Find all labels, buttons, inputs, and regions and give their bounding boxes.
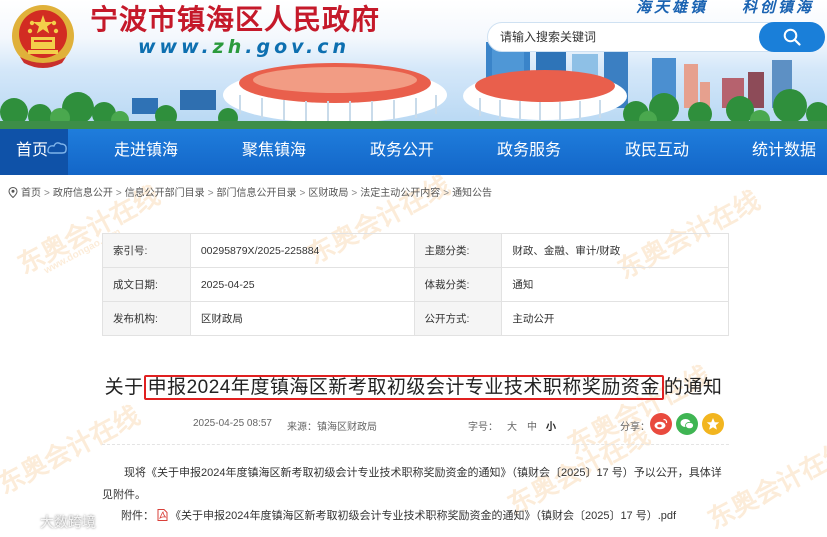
- wechat-icon: [680, 419, 694, 430]
- breadcrumb-separator: >: [115, 188, 122, 199]
- nav-item-interaction[interactable]: 政民互动: [625, 129, 689, 175]
- search-button[interactable]: [759, 22, 825, 52]
- nav-item-statistics[interactable]: 统计数据: [752, 129, 816, 175]
- breadcrumb-item[interactable]: 政府信息公开: [53, 188, 113, 199]
- title-prefix: 关于: [104, 377, 144, 398]
- slogan-2: 科创镇海: [742, 0, 815, 16]
- national-emblem-icon: [12, 5, 74, 68]
- title-suffix: 的通知: [663, 377, 723, 398]
- site-title[interactable]: 宁波市镇海区人民政府: [90, 0, 380, 38]
- breadcrumb: 首页 > 政府信息公开 > 信息公开部门目录 > 部门信息公开目录 > 区财政局 > 法定主动公开内…: [8, 184, 492, 199]
- cloud-ornament-icon: [47, 142, 67, 154]
- search-box: [487, 22, 825, 52]
- meta-value: 主动公开: [501, 301, 729, 336]
- breadcrumb-separator: >: [299, 188, 306, 199]
- breadcrumb-separator: >: [351, 188, 358, 199]
- breadcrumb-item[interactable]: 通知公告: [452, 188, 492, 199]
- meta-key: 成文日期:: [102, 267, 191, 302]
- corner-watermark-logo: 大数跨境: [8, 512, 96, 532]
- table-row: 发布机构: 区财政局 公开方式: 主动公开: [102, 301, 729, 336]
- share-qzone-button[interactable]: [702, 413, 724, 435]
- table-row: 索引号: 00295879X/2025-225884 主题分类: 财政、金融、审…: [102, 233, 729, 268]
- document-meta-table: 索引号: 00295879X/2025-225884 主题分类: 财政、金融、审…: [102, 233, 729, 336]
- publish-date: 2025-04-25 08:57: [193, 418, 272, 429]
- breadcrumb-item[interactable]: 首页: [21, 188, 41, 199]
- meta-key: 体裁分类:: [413, 267, 503, 302]
- weibo-icon: [654, 418, 668, 430]
- domain-prefix: www.: [138, 36, 213, 58]
- slogan-1: 海天雄镇: [636, 0, 709, 16]
- breadcrumb-item[interactable]: 区财政局: [308, 188, 348, 199]
- domain-logo: zh: [212, 36, 246, 58]
- article-body: 现将《关于申报2024年度镇海区新考取初级会计专业技术职称奖励资金的通知》（镇财…: [102, 467, 722, 501]
- meta-value: 财政、金融、审计/财政: [501, 233, 729, 268]
- site-domain: www.zh.gov.cn: [138, 36, 350, 58]
- breadcrumb-item[interactable]: 法定主动公开内容: [360, 188, 440, 199]
- article-source: 来源：镇海区财政局: [287, 422, 377, 433]
- title-highlight: 申报2024年度镇海区新考取初级会计专业技术职称奖励资金: [143, 375, 664, 400]
- corner-logo-text: 大数跨境: [40, 514, 96, 530]
- font-size-medium[interactable]: 中: [527, 418, 537, 433]
- nav-item-gov-service[interactable]: 政务服务: [497, 129, 561, 175]
- breadcrumb-item[interactable]: 信息公开部门目录: [125, 188, 205, 199]
- meta-key: 公开方式:: [413, 301, 503, 336]
- meta-key: 发布机构:: [102, 301, 191, 336]
- breadcrumb-separator: >: [207, 188, 214, 199]
- article-title: 关于 申报2024年度镇海区新考取初级会计专业技术职称奖励资金 的通知: [0, 372, 827, 400]
- nav-item-focus[interactable]: 聚焦镇海: [242, 129, 306, 175]
- search-input[interactable]: [500, 27, 750, 47]
- share-wechat-button[interactable]: [676, 413, 698, 435]
- breadcrumb-item[interactable]: 部门信息公开目录: [217, 188, 297, 199]
- share-weibo-button[interactable]: [650, 413, 672, 435]
- meta-key: 主题分类:: [413, 233, 503, 268]
- meta-value: 通知: [501, 267, 729, 302]
- meta-value: 区财政局: [189, 301, 415, 336]
- breadcrumb-separator: >: [443, 188, 450, 199]
- font-size-small[interactable]: 小: [546, 418, 556, 433]
- meta-value: 00295879X/2025-225884: [189, 233, 415, 268]
- article-divider: [102, 444, 729, 445]
- qzone-icon: [706, 418, 720, 430]
- attachment-label: 附件：: [121, 510, 154, 522]
- font-size-label: 字号：: [468, 422, 498, 433]
- share-label: 分享：: [620, 422, 650, 433]
- location-pin-icon: [8, 187, 18, 198]
- nav-item-about[interactable]: 走进镇海: [114, 129, 178, 175]
- attachment-row: 附件： 《关于申报2024年度镇海区新考取初级会计专业技术职称奖励资金的通知》（…: [121, 507, 676, 523]
- nav-item-gov-disclosure[interactable]: 政务公开: [370, 129, 434, 175]
- domain-suffix: .gov.cn: [245, 36, 350, 58]
- pdf-file-icon: [157, 509, 168, 521]
- main-nav: 首页 走进镇海 聚焦镇海 政务公开 政务服务 政民互动 统计数据: [0, 129, 827, 175]
- nav-label: 首页: [16, 142, 49, 159]
- corner-logo-icon: [9, 514, 33, 531]
- meta-key: 索引号:: [102, 233, 191, 268]
- font-size-large[interactable]: 大: [507, 418, 517, 433]
- table-row: 成文日期: 2025-04-25 体裁分类: 通知: [102, 267, 729, 302]
- nav-item-home[interactable]: 首页: [0, 129, 68, 175]
- breadcrumb-separator: >: [44, 188, 50, 199]
- attachment-link[interactable]: 《关于申报2024年度镇海区新考取初级会计专业技术职称奖励资金的通知》（镇财会〔…: [170, 510, 676, 522]
- search-icon: [783, 28, 801, 46]
- meta-value: 2025-04-25: [189, 267, 415, 302]
- header-banner: 宁波市镇海区人民政府 www.zh.gov.cn 海天雄镇 科创镇海: [0, 0, 827, 129]
